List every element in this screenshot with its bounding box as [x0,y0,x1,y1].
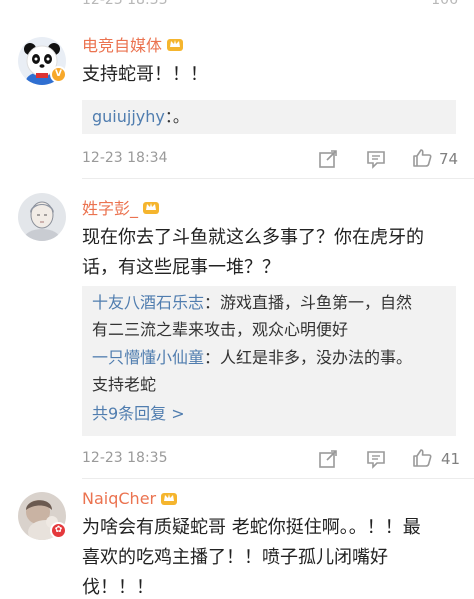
verified-badge: V [50,66,67,83]
username[interactable]: 电竞自媒体 [82,32,162,56]
crown-icon [143,202,160,214]
reply-line: guiujjyhy：。 [92,107,189,126]
comment-time: 12-23 18:35 [82,450,168,466]
share-icon[interactable] [317,148,339,170]
previous-comment-footer: 12-23 18:33 106 [0,0,474,14]
like-count: 74 [439,150,459,168]
reply-box[interactable]: guiujjyhy：。 [82,100,456,134]
reply-line: 十友八酒石乐志：游戏直播，斗鱼第一，自然 [92,293,413,312]
avatar[interactable] [18,193,66,241]
reply-username[interactable]: 十友八酒石乐志 [92,293,204,312]
like-icon[interactable] [411,447,433,469]
reply-username[interactable]: 一只懵懂小仙童 [92,348,204,367]
divider [82,478,474,479]
verified-badge: ✿ [50,522,67,539]
username[interactable]: NaiqCher [82,489,156,508]
comment-time: 12-23 18:34 [82,150,168,166]
reply-line: 一只懵懂小仙童：人红是非多，没办法的事。 [92,348,413,367]
reply-line: 支持老蛇 [92,375,157,394]
crown-icon [161,493,178,505]
comment-icon[interactable] [365,148,387,170]
reply-box[interactable]: 十友八酒石乐志：游戏直播，斗鱼第一，自然 有二三流之辈来攻击，观众心明便好 一只… [82,286,456,436]
username[interactable]: 姓字彭_ [82,195,138,219]
reply-line: 有二三流之辈来攻击，观众心明便好 [92,320,349,339]
like-icon[interactable] [411,147,433,169]
reply-username[interactable]: guiujjyhy [92,107,165,126]
like-count: 41 [441,450,461,468]
comment-icon[interactable] [365,448,387,470]
comment-text: 为啥会有质疑蛇哥 老蛇你挺住啊。。！！最 喜欢的吃鸡主播了！！喷子孤儿闭嘴好 伐… [82,517,421,598]
crown-icon [167,39,184,51]
comment-text: 现在你去了斗鱼就这么多事了？你在虎牙的 话，有这些屁事一堆？？ [82,227,424,278]
divider [82,178,474,179]
comment-text: 支持蛇哥！！！ [82,64,208,85]
like-count: 106 [431,0,458,8]
share-icon[interactable] [317,448,339,470]
comment-time: 12-23 18:33 [82,0,168,8]
more-replies-link[interactable]: 共9条回复 > [92,400,185,427]
